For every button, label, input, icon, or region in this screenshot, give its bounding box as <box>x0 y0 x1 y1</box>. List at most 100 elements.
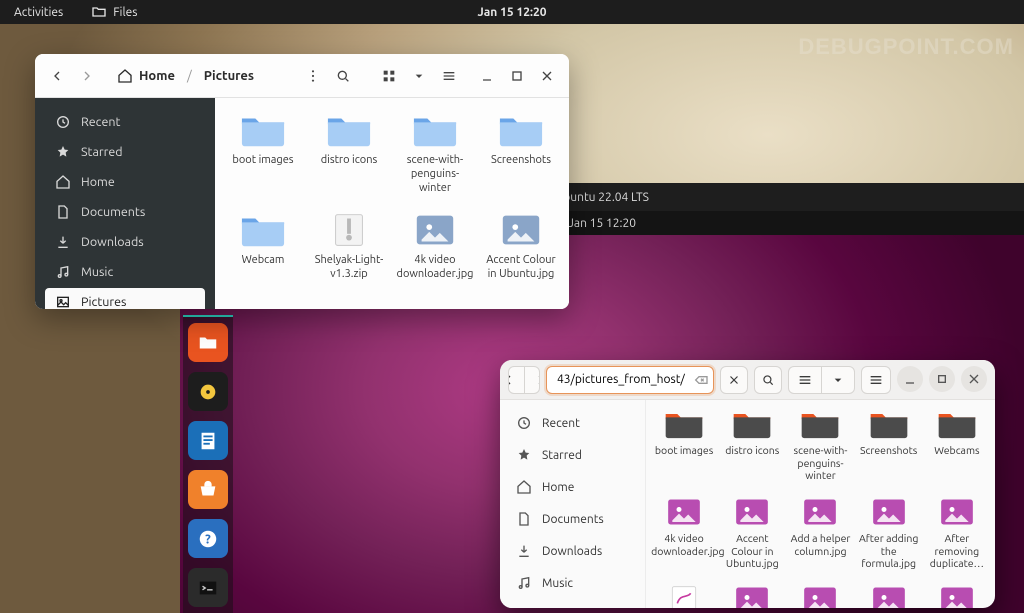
breadcrumb-home[interactable]: Home <box>109 64 183 88</box>
document-icon <box>55 204 71 220</box>
file-item[interactable] <box>786 584 854 608</box>
folder-item[interactable]: Screenshots <box>479 112 563 210</box>
folder-item[interactable]: boot images <box>221 112 305 210</box>
nav-back-forward <box>508 366 540 394</box>
download-icon <box>55 234 71 250</box>
file-item[interactable]: After adding the formula.jpg <box>855 496 923 584</box>
sidebar-item-starred[interactable]: Starred <box>506 440 639 470</box>
back-button[interactable] <box>508 367 524 393</box>
folder-item[interactable]: Webcams <box>923 408 991 496</box>
sidebar-item-music[interactable]: Music <box>45 258 205 286</box>
item-label: Webcams <box>934 444 979 457</box>
view-dropdown-button[interactable] <box>821 367 854 393</box>
folder-item[interactable]: Screenshots <box>855 408 923 496</box>
win2-sidebar: RecentStarredHomeDocumentsDownloadsMusic… <box>500 400 646 608</box>
sidebar-item-downloads[interactable]: Downloads <box>45 228 205 256</box>
minimize-button[interactable] <box>473 62 501 90</box>
file-item[interactable]: After removing duplicate… <box>923 496 991 584</box>
sidebar-item-pictures[interactable]: Pictures <box>506 600 639 608</box>
item-label: 4k video downloader.jpg <box>395 254 475 282</box>
search-button[interactable] <box>329 62 357 90</box>
kebab-menu-button[interactable] <box>299 62 327 90</box>
file-item[interactable] <box>650 584 718 608</box>
music-app-icon[interactable] <box>188 372 228 411</box>
app-menu[interactable]: Files <box>77 4 151 20</box>
music-icon <box>516 575 532 591</box>
location-input[interactable] <box>557 373 689 386</box>
clear-location-button[interactable] <box>720 366 748 394</box>
win1-sidebar: RecentStarredHomeDocumentsDownloadsMusic… <box>35 98 215 309</box>
file-item[interactable]: Accent Colour in Ubuntu.jpg <box>718 496 786 584</box>
file-item[interactable]: Accent Colour in Ubuntu.jpg <box>479 212 563 309</box>
host-clock[interactable]: Jan 15 12:20 <box>477 6 546 19</box>
folder-icon <box>326 112 372 148</box>
folder-icon <box>732 408 772 440</box>
home-icon <box>117 68 133 84</box>
sidebar-item-pictures[interactable]: Pictures <box>45 288 205 309</box>
backspace-icon[interactable] <box>693 372 709 388</box>
image-icon <box>498 212 544 248</box>
help-app-icon[interactable]: ? <box>188 519 228 558</box>
files-app-icon[interactable] <box>188 323 228 362</box>
folder-item[interactable]: distro icons <box>718 408 786 496</box>
image-icon <box>516 607 532 608</box>
software-app-icon[interactable] <box>188 470 228 509</box>
sidebar-item-home[interactable]: Home <box>506 472 639 502</box>
back-button[interactable] <box>43 62 71 90</box>
sidebar-item-documents[interactable]: Documents <box>45 198 205 226</box>
breadcrumb-current[interactable]: Pictures <box>196 65 262 87</box>
file-item[interactable]: Add a helper column.jpg <box>786 496 854 584</box>
close-button[interactable] <box>533 62 561 90</box>
file-item[interactable] <box>718 584 786 608</box>
file-item[interactable] <box>923 584 991 608</box>
image-icon <box>869 584 909 608</box>
guest-clock[interactable]: Jan 15 12:20 <box>568 217 636 230</box>
home-icon <box>55 174 71 190</box>
sidebar-item-recent[interactable]: Recent <box>506 408 639 438</box>
view-dropdown-button[interactable] <box>405 62 433 90</box>
folder-icon <box>412 112 458 148</box>
image-icon <box>937 496 977 528</box>
hamburger-menu-button[interactable] <box>861 366 891 394</box>
sidebar-item-starred[interactable]: Starred <box>45 138 205 166</box>
folder-item[interactable]: distro icons <box>307 112 391 210</box>
maximize-button[interactable] <box>503 62 531 90</box>
folder-icon <box>937 408 977 440</box>
icon-view-button[interactable] <box>789 367 821 393</box>
image-icon <box>869 496 909 528</box>
folder-item[interactable]: scene-with-penguins-winter <box>393 112 477 210</box>
file-item[interactable]: 4k video downloader.jpg <box>393 212 477 309</box>
win2-headerbar <box>500 360 995 400</box>
sidebar-item-recent[interactable]: Recent <box>45 108 205 136</box>
forward-button[interactable] <box>73 62 101 90</box>
sidebar-item-home[interactable]: Home <box>45 168 205 196</box>
terminal-app-icon[interactable] <box>188 568 228 607</box>
sidebar-item-documents[interactable]: Documents <box>506 504 639 534</box>
minimize-button[interactable] <box>897 366 923 392</box>
folder-item[interactable]: scene-with-penguins-winter <box>786 408 854 496</box>
image-icon <box>732 496 772 528</box>
files-app-indicator-icon <box>91 4 107 20</box>
sidebar-item-music[interactable]: Music <box>506 568 639 598</box>
folder-item[interactable]: Webcam <box>221 212 305 309</box>
close-button[interactable] <box>961 366 987 392</box>
sidebar-item-downloads[interactable]: Downloads <box>506 536 639 566</box>
item-label: distro icons <box>321 154 378 168</box>
clock-icon <box>516 415 532 431</box>
icon-view-button[interactable] <box>375 62 403 90</box>
writer-app-icon[interactable] <box>188 421 228 460</box>
search-button[interactable] <box>754 366 782 394</box>
file-item[interactable]: Shelyak-Light-v1.3.zip <box>307 212 391 309</box>
maximize-button[interactable] <box>929 366 955 392</box>
folder-item[interactable]: boot images <box>650 408 718 496</box>
item-label: Accent Colour in Ubuntu.jpg <box>481 254 561 282</box>
item-label: Accent Colour in Ubuntu.jpg <box>719 532 785 570</box>
forward-button[interactable] <box>524 367 541 393</box>
item-label: 4k video downloader.jpg <box>651 532 717 557</box>
activities-button[interactable]: Activities <box>0 6 77 19</box>
clock-icon <box>55 114 71 130</box>
file-item[interactable] <box>855 584 923 608</box>
file-item[interactable]: 4k video downloader.jpg <box>650 496 718 584</box>
zip-icon <box>326 212 372 248</box>
hamburger-menu-button[interactable] <box>435 62 463 90</box>
